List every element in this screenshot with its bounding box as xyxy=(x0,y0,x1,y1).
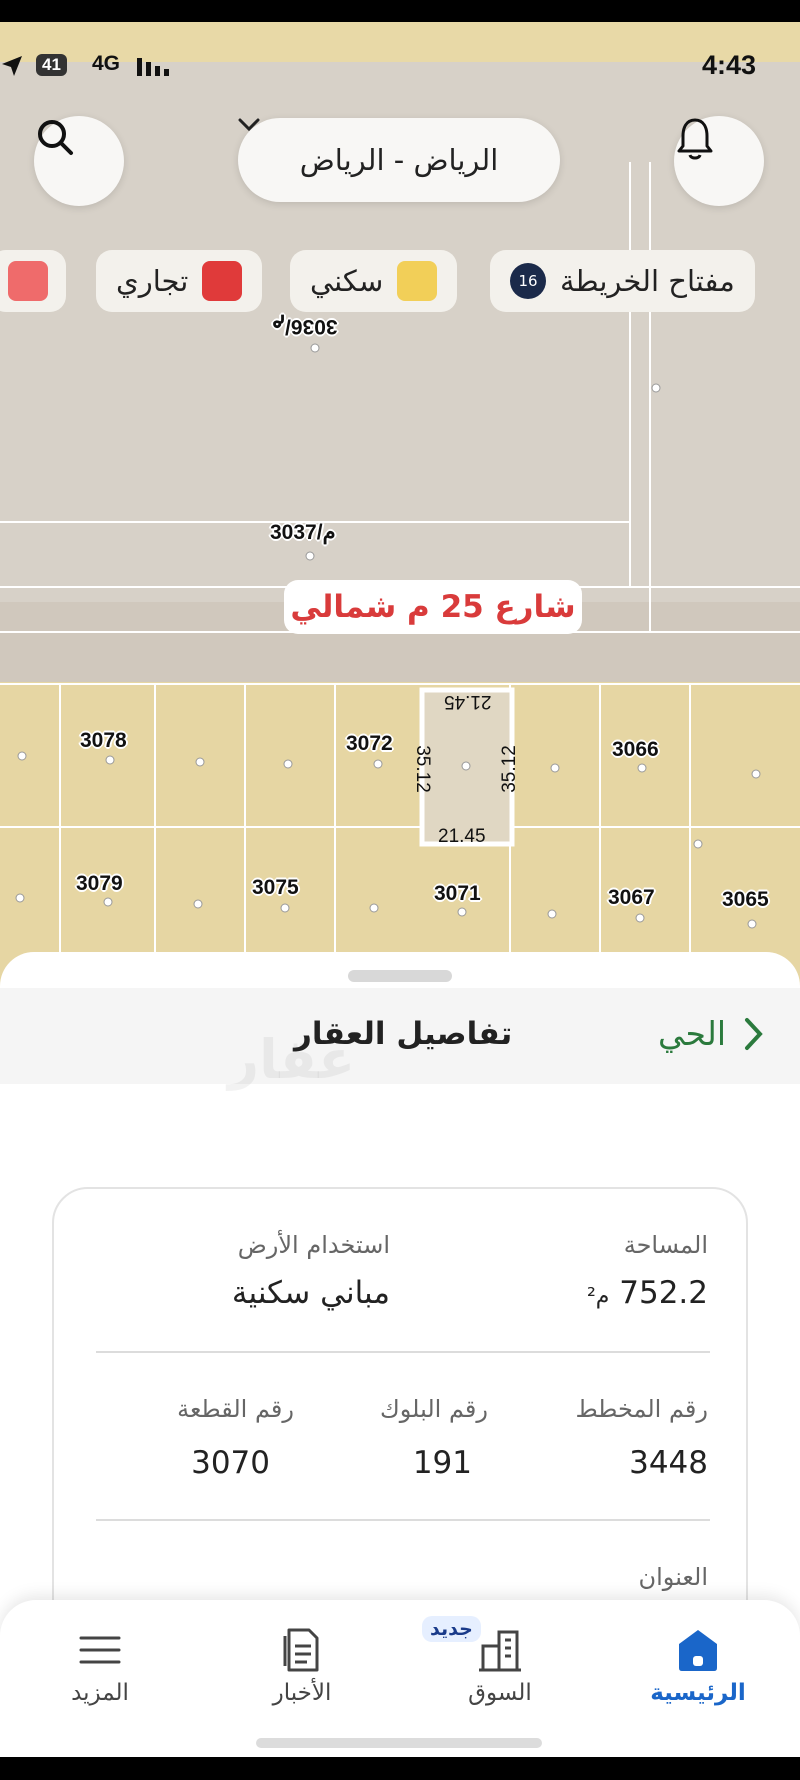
land-use-value: مباني سكنية xyxy=(231,1275,390,1311)
commercial-swatch xyxy=(202,261,243,301)
area-label: المساحة xyxy=(623,1231,708,1259)
home-icon xyxy=(679,1630,717,1671)
partial-swatch xyxy=(8,261,48,301)
plot-dimension-bottom: 21.45 xyxy=(438,826,486,847)
plot-label-3067[interactable]: 3067 xyxy=(608,886,655,910)
location-arrow-icon xyxy=(2,56,22,76)
search-icon xyxy=(38,120,73,155)
city-name: الرياض - الرياض xyxy=(299,143,499,177)
legend-commercial[interactable]: تجاري xyxy=(96,250,263,312)
plot-label-3071[interactable]: 3071 xyxy=(434,882,481,906)
legend-residential[interactable]: سكني xyxy=(290,250,458,312)
sheet-title: تفاصيل العقار xyxy=(294,1016,513,1052)
map-key-count: 16 xyxy=(510,263,546,299)
buildings-icon xyxy=(479,1630,521,1672)
sheet-header: عقار تفاصيل العقار الحي xyxy=(0,988,800,1091)
legend-residential-label: سكني xyxy=(310,264,384,298)
home-indicator[interactable] xyxy=(256,1738,542,1748)
divider xyxy=(96,1519,710,1521)
plot-dimension-right: 35.12 xyxy=(498,745,520,793)
plot-label-3078[interactable]: 3078 xyxy=(80,729,127,753)
map-view[interactable]: 3036/م 3037/م 3078 3072 3066 3079 3075 3… xyxy=(0,22,800,1002)
network-type: 4G xyxy=(92,52,121,75)
block-label: رقم البلوك xyxy=(379,1395,488,1423)
bell-icon xyxy=(677,118,713,160)
search-button[interactable] xyxy=(34,116,124,206)
plot-label-3072[interactable]: 3072 xyxy=(346,732,393,756)
new-badge: جديد xyxy=(422,1616,481,1642)
legend-partial-chip[interactable] xyxy=(0,250,66,312)
district-link[interactable]: الحي xyxy=(658,1014,764,1053)
land-use-label: استخدام الأرض xyxy=(237,1231,390,1259)
bottom-navigation: الرئيسية السوق جديد الأخبار المزيد xyxy=(0,1600,800,1757)
nav-news-label: الأخبار xyxy=(272,1680,332,1706)
legend-commercial-label: تجاري xyxy=(116,264,189,298)
nav-market-label: السوق xyxy=(468,1680,532,1706)
street-label: شارع 25 م شمالي xyxy=(284,580,582,634)
nav-more[interactable]: المزيد xyxy=(10,1600,190,1720)
plan-label: رقم المخطط xyxy=(575,1395,708,1423)
plot-label-3065[interactable]: 3065 xyxy=(722,888,769,912)
property-details-card: المساحة 752.2 م² استخدام الأرض مباني سكن… xyxy=(52,1187,748,1667)
plot-dimension-top: 21.45 xyxy=(444,691,492,712)
status-bar: 41 4G 4:43 xyxy=(0,50,800,84)
signal-icon xyxy=(137,58,169,76)
map-key-label: مفتاح الخريطة xyxy=(560,264,735,298)
plot-dimension-left: 35.12 xyxy=(411,745,433,793)
clock: 4:43 xyxy=(701,50,756,80)
district-label: الحي xyxy=(657,1014,726,1053)
app-screen: 3036/م 3037/م 3078 3072 3066 3079 3075 3… xyxy=(0,22,800,1757)
notifications-button[interactable] xyxy=(674,116,764,206)
plot-label-3079[interactable]: 3079 xyxy=(76,872,123,896)
chevron-down-icon xyxy=(238,118,260,132)
residential-swatch xyxy=(397,261,438,301)
news-icon xyxy=(283,1628,319,1672)
address-label: العنوان xyxy=(638,1563,709,1591)
sheet-drag-handle[interactable] xyxy=(348,970,452,982)
battery-indicator: 41 xyxy=(36,54,67,76)
plot-number-label: رقم القطعة xyxy=(177,1395,294,1423)
plot-label-3075[interactable]: 3075 xyxy=(252,876,299,900)
area-value: 752.2 xyxy=(619,1275,708,1311)
area-value-group: 752.2 م² xyxy=(587,1275,708,1311)
menu-icon xyxy=(79,1636,121,1664)
city-selector[interactable]: الرياض - الرياض xyxy=(238,118,560,202)
divider xyxy=(96,1351,710,1353)
block-value: 191 xyxy=(412,1445,472,1481)
plan-value: 3448 xyxy=(629,1445,708,1481)
plot-label-3036: 3036/م xyxy=(272,315,338,338)
nav-home-label: الرئيسية xyxy=(650,1680,746,1706)
plot-number-value: 3070 xyxy=(191,1445,270,1481)
plot-label-3066[interactable]: 3066 xyxy=(612,738,659,762)
area-unit: م² xyxy=(586,1284,610,1309)
plot-label-3037: 3037/م xyxy=(270,521,336,544)
chevron-right-icon xyxy=(745,1017,763,1050)
nav-home[interactable]: الرئيسية xyxy=(608,1600,788,1720)
nav-more-label: المزيد xyxy=(71,1680,129,1706)
nav-news[interactable]: الأخبار xyxy=(212,1600,392,1720)
map-key-chip[interactable]: مفتاح الخريطة 16 xyxy=(490,250,755,312)
